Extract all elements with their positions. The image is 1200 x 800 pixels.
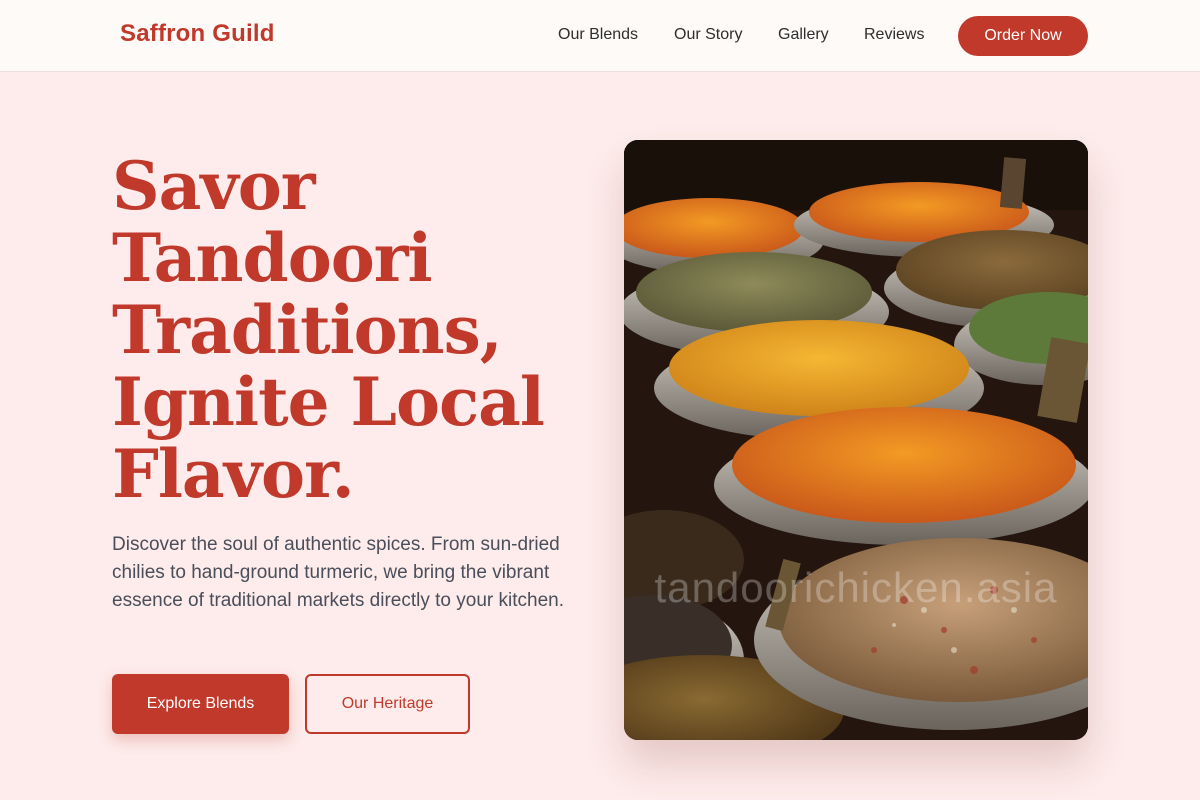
spice-market-image: tandoorichicken.asia <box>624 140 1088 740</box>
nav-our-story[interactable]: Our Story <box>674 26 742 44</box>
nav-our-blends[interactable]: Our Blends <box>558 26 638 44</box>
order-now-button[interactable]: Order Now <box>958 16 1088 56</box>
site-header: Saffron Guild Our Blends Our Story Galle… <box>0 0 1200 72</box>
hero-title: Savor Tandoori Traditions, Ignite Local … <box>112 147 545 513</box>
image-watermark: tandoorichicken.asia <box>654 564 1058 611</box>
nav-reviews[interactable]: Reviews <box>864 26 924 44</box>
nav-gallery[interactable]: Gallery <box>778 26 829 44</box>
our-heritage-button[interactable]: Our Heritage <box>305 674 470 734</box>
explore-blends-button[interactable]: Explore Blends <box>112 674 289 734</box>
hero-description: Discover the soul of authentic spices. F… <box>112 534 564 611</box>
